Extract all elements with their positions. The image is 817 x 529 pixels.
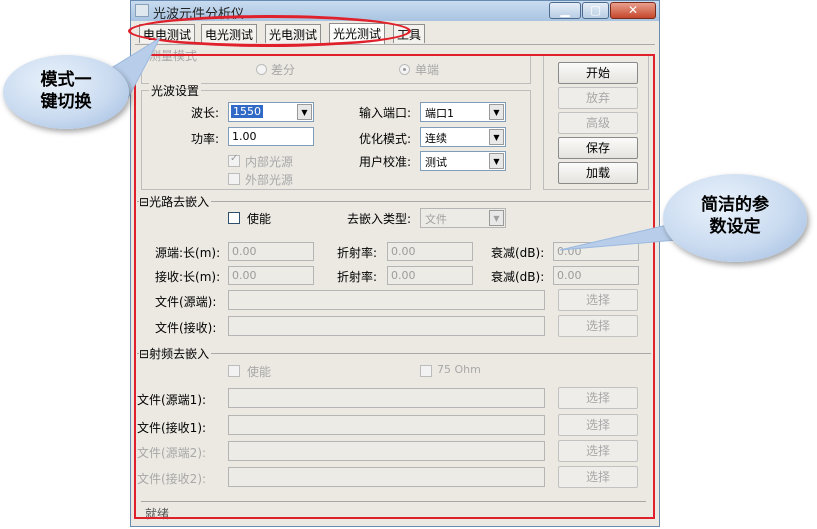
concise-line1: 简洁的参 (701, 195, 769, 215)
concise-line2: 数设定 (709, 217, 761, 237)
mode-switch-line2: 键切换 (40, 92, 92, 112)
mode-switch-callout: 模式一 键切换 (3, 55, 129, 129)
mode-switch-line1: 模式一 (40, 70, 92, 90)
concise-settings-callout: 简洁的参 数设定 (663, 174, 807, 262)
